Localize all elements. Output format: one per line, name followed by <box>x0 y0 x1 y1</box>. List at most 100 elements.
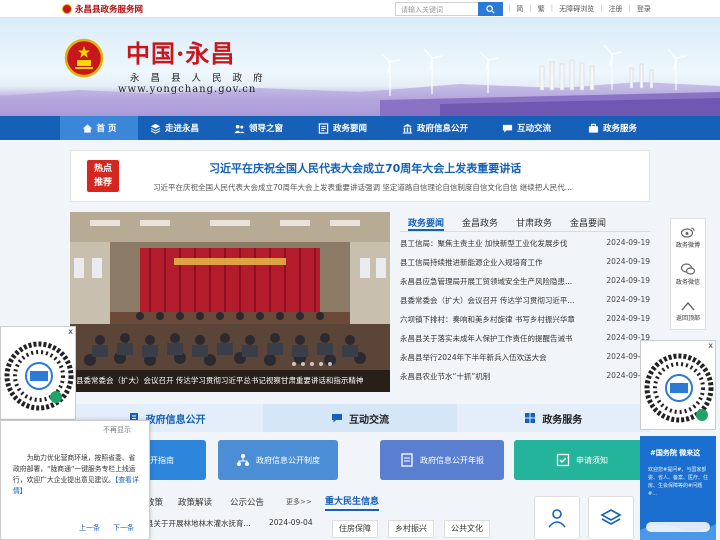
news-title: 县工信局持续推进新能源企业入规培育工作 <box>400 258 543 267</box>
tile-label: 申请须知 <box>576 455 608 465</box>
top-links: | 简 | 繁 | 无障碍浏览 | 注册 | 登录 <box>508 4 651 14</box>
notice-popup: 不再显示 为助力优化营商环境，按照省委、省政府部署，“陇商通”一键服务专栏上线运… <box>0 420 150 540</box>
wechat-button[interactable]: 政务微信 <box>671 256 705 293</box>
nav-item-services[interactable]: 政务服务 <box>588 116 637 140</box>
tile-annual-report[interactable]: 政府信息公开年报 <box>380 440 504 480</box>
news-tab[interactable]: 甘肃政务 <box>516 212 552 231</box>
news-title: 永昌县应急管理局开展工贸领域安全生产风险隐患... <box>400 277 573 286</box>
list-item[interactable]: 六坝镇下排村：奏响和美乡村旋律 书写乡村振兴华章 2024-09-19 <box>400 314 650 333</box>
hot-badge-line: 推荐 <box>93 178 112 188</box>
building-icon <box>402 123 413 134</box>
qr-code-icon <box>4 341 74 411</box>
back-to-top-button[interactable]: 返回顶部 <box>671 293 705 330</box>
nav-item-interaction[interactable]: 互动交流 <box>502 116 551 140</box>
carousel-caption[interactable]: 县委常委会（扩大）会议召开 传达学习贯彻习近平总书记视察甘肃重要讲话和指示精神 <box>70 370 390 392</box>
carousel-dot[interactable] <box>319 362 323 366</box>
weibo-promo-card[interactable]: #国务院 微来这 欢迎您#提问#，与国家部委、省人、备案、医疗、住房、生会保障等… <box>640 436 716 540</box>
nav-item-leaders[interactable]: 领导之窗 <box>234 116 283 140</box>
carousel-dot[interactable] <box>301 362 305 366</box>
divider: | <box>550 4 554 12</box>
register-link[interactable]: 注册 <box>608 4 622 14</box>
next-button[interactable]: 下一条 <box>113 523 134 533</box>
search-button[interactable] <box>478 2 503 16</box>
carousel-dot[interactable] <box>328 362 332 366</box>
tab-label: 政务服务 <box>542 414 583 426</box>
service-icon-tile[interactable] <box>588 496 634 540</box>
pill-culture[interactable]: 公共文化 <box>444 520 490 538</box>
dismiss-button[interactable]: 不再显示 <box>103 425 131 435</box>
hot-topic-box: 热点 推荐 习近平在庆祝全国人民代表大会成立70周年大会上发表重要讲话 习近平在… <box>70 150 650 202</box>
list-item[interactable]: 永昌县举行2024年下半年新兵入伍欢送大会 2024-09-18 <box>400 352 650 371</box>
nav-item-news[interactable]: 政务要闻 <box>318 116 367 140</box>
nav-item-disclosure[interactable]: 政府信息公开 <box>402 116 468 140</box>
nav-label: 首 页 <box>96 124 117 134</box>
close-icon[interactable]: x <box>68 327 73 336</box>
close-icon[interactable]: x <box>708 341 713 350</box>
meeting-photo <box>70 212 390 392</box>
tab-label: 政府信息公开 <box>145 414 206 426</box>
nav-item-home[interactable]: 首 页 <box>60 116 138 140</box>
arrow-up-icon <box>681 301 695 311</box>
service-icon-tile[interactable] <box>534 496 580 540</box>
pill-rural[interactable]: 乡村振兴 <box>388 520 434 538</box>
pill-housing[interactable]: 住房保障 <box>332 520 378 538</box>
divider: | <box>529 4 532 12</box>
carousel-dot[interactable] <box>310 362 314 366</box>
service-tiles: 公开指南 政府信息公开制度 政府信息公开年报 申请须知 <box>70 440 650 480</box>
list-item[interactable]: 永昌县应急管理局开展工贸领域安全生产风险隐患... 2024-09-19 <box>400 276 650 295</box>
news-title: 永昌县农业节水“十抓”机制 <box>400 372 491 381</box>
banner-url: www.yongchang.gov.cn <box>118 84 257 95</box>
site-name-label: 永昌县政务服务网 <box>75 5 144 15</box>
list-item[interactable]: 县工信局：聚焦主责主业 加快新型工业化发展步伐 2024-09-19 <box>400 238 650 257</box>
tile-application[interactable]: 申请须知 <box>514 440 650 480</box>
nav-label: 走进永昌 <box>165 124 200 134</box>
hot-headline[interactable]: 习近平在庆祝全国人民代表大会成立70周年大会上发表重要讲话 <box>209 160 521 176</box>
person-service-icon <box>548 509 566 528</box>
announcement-link[interactable]: 公示公告 <box>230 496 264 508</box>
accessibility-link[interactable]: 无障碍浏览 <box>559 4 594 14</box>
weibo-button[interactable]: 政务微博 <box>671 219 705 256</box>
news-tab[interactable]: 金昌要闻 <box>570 212 606 231</box>
news-title: 六坝镇下排村：奏响和美乡村旋律 书写乡村振兴华章 <box>400 315 575 324</box>
prev-button[interactable]: 上一条 <box>79 523 100 533</box>
more-link[interactable]: 更多>> <box>286 497 312 507</box>
news-tab-active[interactable]: 政务要闻 <box>408 212 445 231</box>
list-item[interactable]: 永昌县关于落实未成年人保护工作责任的提醒告诫书 2024-09-19 <box>400 333 650 352</box>
bottom-section: 政策 政策解读 公示公告 更多>> 重大民生信息 住房保障 乡村振兴 公共文化 … <box>70 486 650 540</box>
news-date: 2024-09-19 <box>606 295 650 304</box>
login-link[interactable]: 登录 <box>637 4 651 14</box>
tab-interaction[interactable]: 互动交流 <box>263 404 457 432</box>
main-nav: 首 页 走进永昌 领导之窗 政务要闻 政府信息公开 互动交流 政务服务 <box>0 116 720 140</box>
tile-label: 政府信息公开年报 <box>420 455 484 465</box>
news-date: 2024-09-19 <box>606 257 650 266</box>
hot-summary[interactable]: 习近平在庆祝全国人民代表大会成立70周年大会上发表重要讲话强调 坚定道路自信理论… <box>153 182 572 193</box>
news-tab[interactable]: 金昌政务 <box>462 212 498 231</box>
nav-label: 互动交流 <box>517 124 552 134</box>
home-icon <box>82 123 92 133</box>
search-icon <box>486 4 495 14</box>
banner-title: 中国·永昌 <box>126 39 236 68</box>
divider: | <box>508 4 511 12</box>
carousel-dot[interactable] <box>292 362 296 366</box>
minsheng-header[interactable]: 重大民生信息 <box>325 494 380 511</box>
list-item[interactable]: 县工信局持续推进新能源企业入规培育工作 2024-09-19 <box>400 257 650 276</box>
promo-graphic <box>640 522 716 540</box>
hot-badge: 热点 推荐 <box>87 160 119 192</box>
site-name[interactable]: 永昌县政务服务网 <box>62 3 143 15</box>
tab-services[interactable]: 政务服务 <box>456 404 650 432</box>
nav-item-about[interactable]: 走进永昌 <box>150 116 199 140</box>
list-item[interactable]: 永昌县农业节水“十抓”机制 2024-09-18 <box>400 371 650 390</box>
notice-text: 为助力优化营商环境，按照省委、省政府部署，“陇商通”一键服务专栏上线运行，欢迎广… <box>13 453 141 497</box>
news-title: 县工信局：聚焦主责主业 加快新型工业化发展步伐 <box>400 239 568 248</box>
photo-carousel[interactable]: 县委常委会（扩大）会议召开 传达学习贯彻习近平总书记视察甘肃重要讲话和指示精神 <box>70 212 390 392</box>
news-title[interactable]: 县关于开展林地林木灌水抚育... <box>146 518 251 529</box>
promo-title: #国务院 微来这 <box>650 449 701 457</box>
banner-scenery <box>0 44 720 116</box>
policy-interpretation-link[interactable]: 政策解读 <box>178 496 212 508</box>
tile-system[interactable]: 政府信息公开制度 <box>218 440 338 480</box>
list-item[interactable]: 县委常委会（扩大）会议召开 传达学习贯彻习近平... 2024-09-19 <box>400 295 650 314</box>
wechat-icon <box>681 263 695 275</box>
simplified-link[interactable]: 简 <box>516 4 523 14</box>
grid-icon <box>525 413 536 423</box>
traditional-link[interactable]: 繁 <box>538 4 545 14</box>
